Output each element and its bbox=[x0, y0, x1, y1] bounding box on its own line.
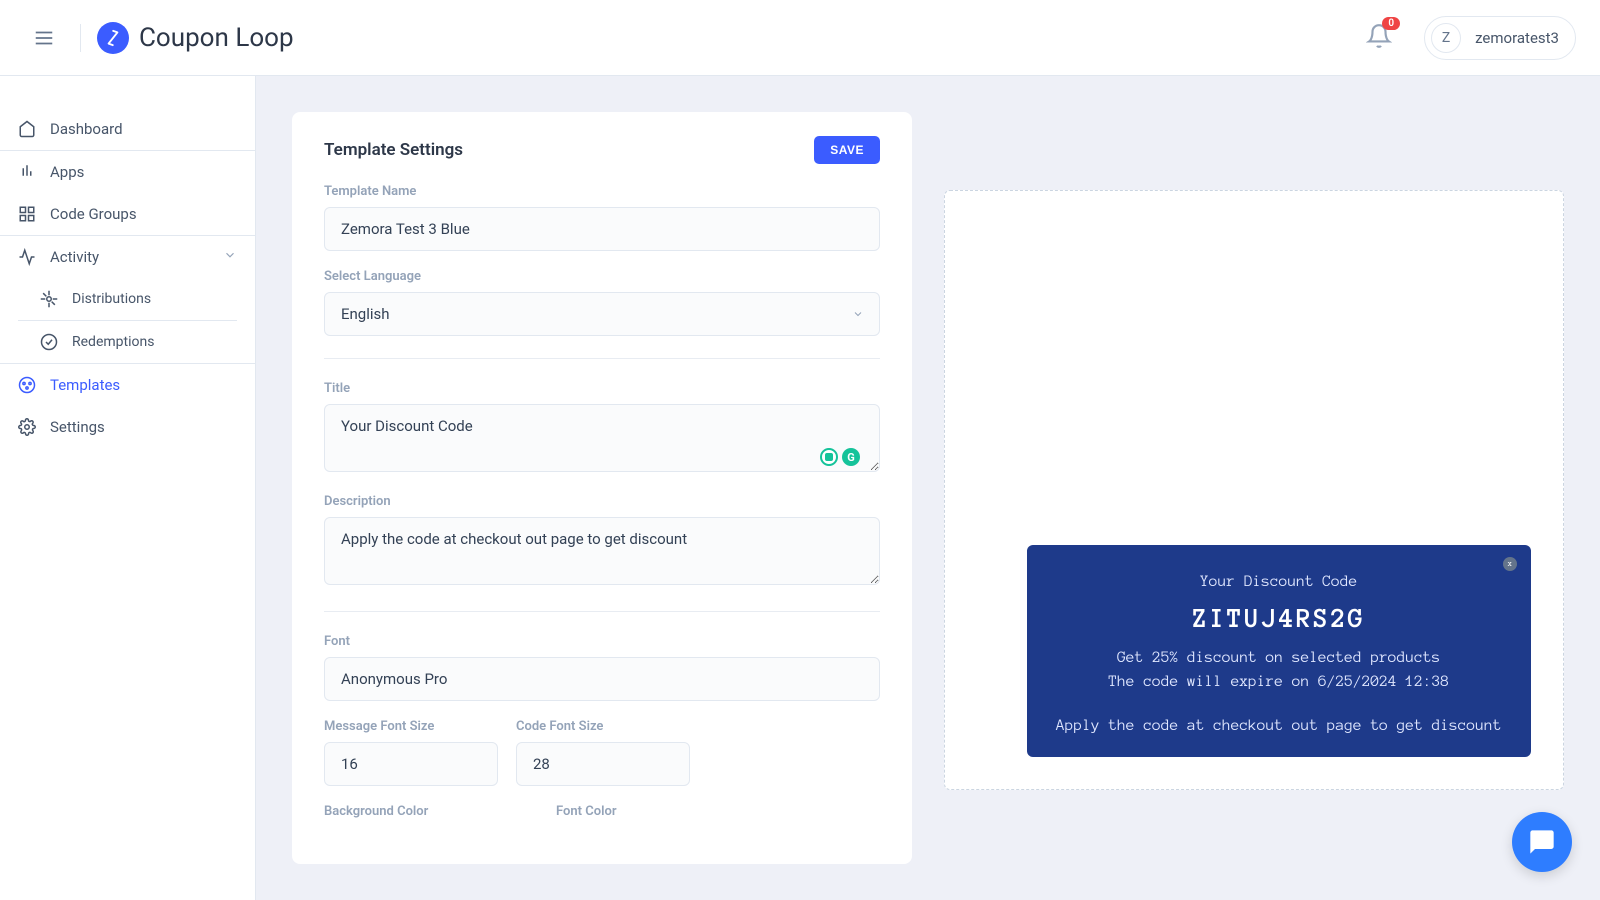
activity-icon bbox=[18, 248, 36, 266]
message-font-size-label: Message Font Size bbox=[324, 719, 498, 734]
coupon-discount-line: Get 25% discount on selected products bbox=[1051, 645, 1507, 669]
username-label: zemoratest3 bbox=[1475, 29, 1559, 47]
menu-icon bbox=[33, 27, 55, 49]
logo-icon bbox=[97, 22, 129, 54]
sidebar-item-label: Redemptions bbox=[72, 334, 154, 350]
sidebar-item-label: Settings bbox=[50, 418, 105, 436]
font-label: Font bbox=[324, 634, 880, 649]
sidebar-item-settings[interactable]: Settings bbox=[0, 406, 255, 448]
palette-icon bbox=[18, 376, 36, 394]
hamburger-menu-button[interactable] bbox=[24, 18, 64, 58]
title-label: Title bbox=[324, 381, 880, 396]
grid-icon bbox=[18, 205, 36, 223]
save-button[interactable]: SAVE bbox=[814, 136, 880, 164]
sidebar-item-label: Code Groups bbox=[50, 205, 137, 223]
preview-frame: x Your Discount Code ZITUJ4RS2G Get 25% … bbox=[944, 190, 1564, 790]
grammarly-widget[interactable]: G bbox=[820, 448, 860, 466]
app-name: Coupon Loop bbox=[139, 23, 294, 53]
coupon-title: Your Discount Code bbox=[1051, 573, 1507, 589]
preview-area: x Your Discount Code ZITUJ4RS2G Get 25% … bbox=[944, 112, 1564, 864]
font-color-label: Font Color bbox=[556, 804, 730, 819]
settings-panel: Template Settings SAVE Template Name Sel… bbox=[292, 112, 912, 864]
grammarly-logo-icon: G bbox=[842, 448, 860, 466]
chat-icon bbox=[1528, 828, 1556, 856]
check-circle-icon bbox=[40, 333, 58, 351]
sidebar-item-label: Templates bbox=[50, 376, 120, 394]
sidebar-item-dashboard[interactable]: Dashboard bbox=[0, 108, 255, 150]
message-font-size-input[interactable] bbox=[324, 742, 498, 786]
chat-fab-button[interactable] bbox=[1512, 812, 1572, 872]
home-icon bbox=[18, 120, 36, 138]
sidebar-item-redemptions[interactable]: Redemptions bbox=[0, 321, 255, 363]
sidebar-item-distributions[interactable]: Distributions bbox=[0, 278, 255, 320]
chevron-down-icon bbox=[223, 248, 237, 266]
notification-count-badge: 0 bbox=[1382, 17, 1400, 30]
sidebar-item-activity[interactable]: Activity bbox=[0, 236, 255, 278]
sidebar-item-code-groups[interactable]: Code Groups bbox=[0, 193, 255, 235]
sidebar-item-label: Activity bbox=[50, 248, 99, 266]
language-select[interactable] bbox=[324, 292, 880, 336]
user-menu-button[interactable]: Z zemoratest3 bbox=[1424, 16, 1576, 60]
description-input[interactable] bbox=[324, 517, 880, 585]
app-logo[interactable]: Coupon Loop bbox=[97, 22, 294, 54]
grammarly-shield-icon bbox=[820, 448, 838, 466]
sidebar-item-templates[interactable]: Templates bbox=[0, 364, 255, 406]
app-header: Coupon Loop 0 Z zemoratest3 bbox=[0, 0, 1600, 76]
select-language-label: Select Language bbox=[324, 269, 880, 284]
sidebar-item-label: Dashboard bbox=[50, 120, 123, 138]
code-font-size-label: Code Font Size bbox=[516, 719, 690, 734]
distributions-icon bbox=[40, 290, 58, 308]
description-label: Description bbox=[324, 494, 880, 509]
avatar: Z bbox=[1431, 23, 1461, 53]
panel-title: Template Settings bbox=[324, 140, 463, 160]
coupon-expire-line: The code will expire on 6/25/2024 12:38 bbox=[1051, 669, 1507, 693]
template-name-input[interactable] bbox=[324, 207, 880, 251]
main-content: Template Settings SAVE Template Name Sel… bbox=[256, 76, 1600, 900]
sidebar: Dashboard Apps Code Groups Activity Dist… bbox=[0, 76, 256, 900]
notifications-button[interactable]: 0 bbox=[1366, 23, 1392, 53]
coupon-description: Apply the code at checkout out page to g… bbox=[1051, 717, 1507, 733]
coupon-code: ZITUJ4RS2G bbox=[1051, 605, 1507, 633]
coupon-close-button[interactable]: x bbox=[1503, 557, 1517, 571]
template-name-label: Template Name bbox=[324, 184, 880, 199]
code-font-size-input[interactable] bbox=[516, 742, 690, 786]
sidebar-item-label: Apps bbox=[50, 163, 84, 181]
coupon-preview-card: x Your Discount Code ZITUJ4RS2G Get 25% … bbox=[1027, 545, 1531, 757]
title-input[interactable] bbox=[324, 404, 880, 472]
divider bbox=[80, 24, 81, 52]
gear-icon bbox=[18, 418, 36, 436]
sidebar-item-apps[interactable]: Apps bbox=[0, 151, 255, 193]
background-color-label: Background Color bbox=[324, 804, 498, 819]
font-input[interactable] bbox=[324, 657, 880, 701]
sidebar-item-label: Distributions bbox=[72, 291, 151, 307]
apps-icon bbox=[18, 163, 36, 181]
